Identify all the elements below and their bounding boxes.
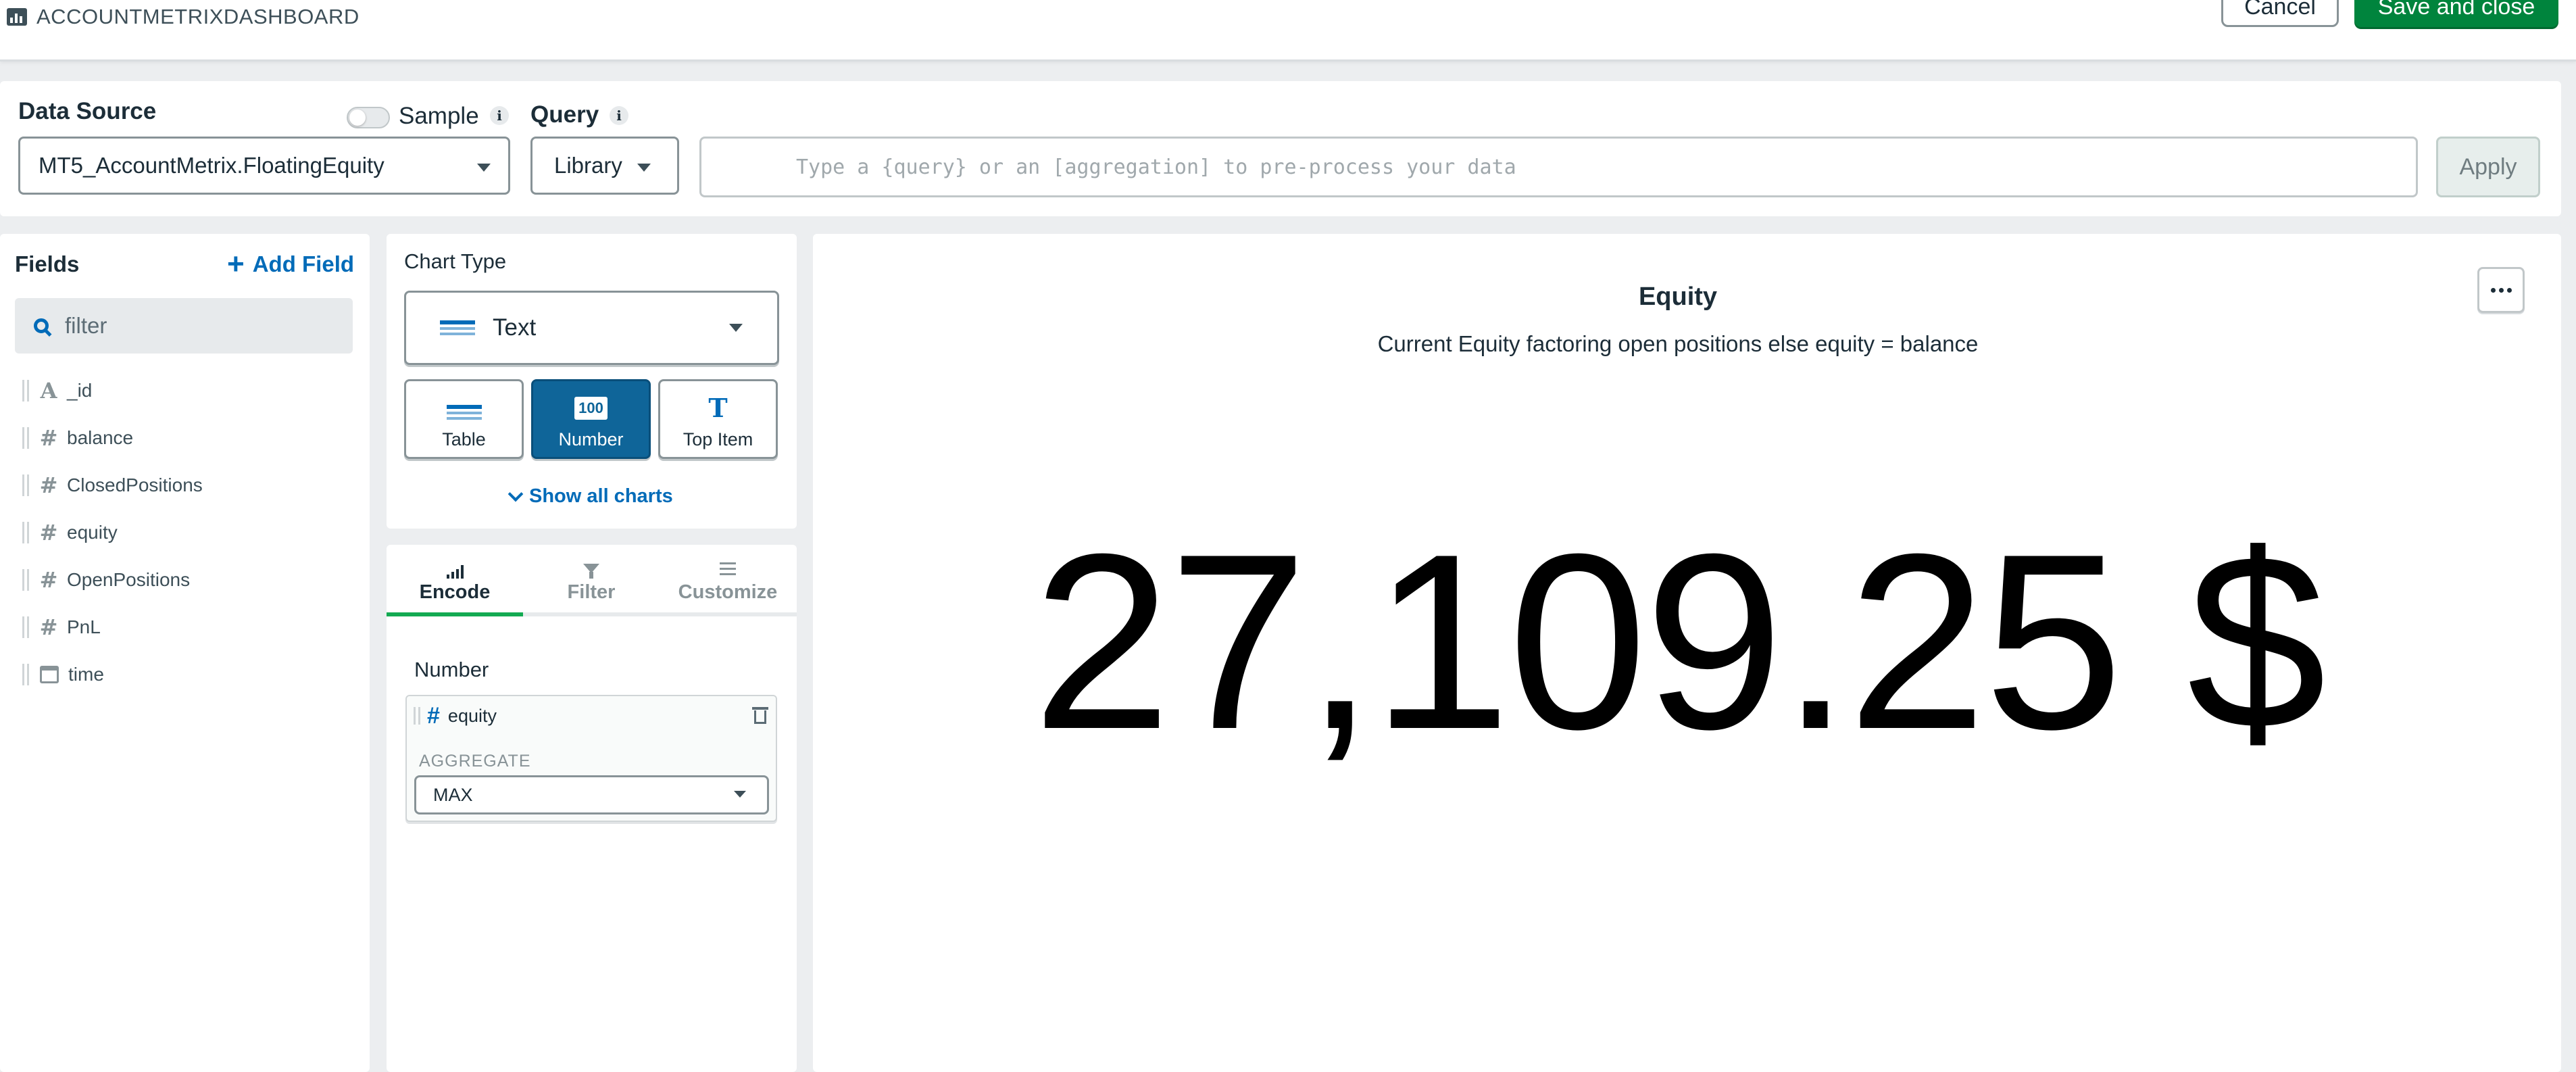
text-chart-icon <box>440 320 475 335</box>
calendar-icon <box>40 666 59 683</box>
field-item[interactable]: # OpenPositions <box>22 566 190 593</box>
chart-type-number-button[interactable]: 100 Number <box>531 379 651 459</box>
plus-icon: + <box>227 247 245 281</box>
field-name: ClosedPositions <box>67 474 203 495</box>
field-item[interactable]: # PnL <box>22 614 101 641</box>
top-item-icon: T <box>708 393 728 423</box>
trash-icon[interactable] <box>752 707 768 725</box>
aggregate-select[interactable]: MAX <box>414 775 769 814</box>
chart-type-title: Chart Type <box>404 249 507 273</box>
field-item[interactable]: # balance <box>22 424 133 452</box>
string-type-icon: A <box>40 378 57 404</box>
number-type-icon: # <box>39 425 58 451</box>
chart-type-option-label: Top Item <box>683 429 753 449</box>
field-name: balance <box>67 427 134 448</box>
field-item[interactable]: # ClosedPositions <box>22 472 203 499</box>
sliders-icon <box>720 558 736 579</box>
encode-channel-label: Number <box>414 658 489 681</box>
drag-handle-icon[interactable] <box>22 522 29 543</box>
number-chart-value: 27,109.25 $ <box>1032 502 2327 781</box>
number-type-icon: # <box>39 472 58 498</box>
sample-toggle[interactable] <box>347 107 390 128</box>
chart-type-option-label: Number <box>558 429 624 449</box>
search-icon <box>34 318 49 333</box>
tab-encode[interactable]: Encode <box>387 558 523 604</box>
show-all-label: Show all charts <box>529 485 673 507</box>
data-source-select[interactable]: MT5_AccountMetrix.FloatingEquity <box>18 137 510 195</box>
aggregate-value: MAX <box>433 784 473 805</box>
query-label: Query <box>530 101 599 128</box>
query-info-icon[interactable]: i <box>610 106 628 125</box>
chevron-down-icon <box>477 164 491 172</box>
aggregate-label: AGGREGATE <box>419 752 531 771</box>
filter-placeholder: filter <box>65 313 107 338</box>
chevron-down-icon <box>507 486 524 502</box>
tab-customize[interactable]: Customize <box>660 558 796 604</box>
number-type-icon: # <box>39 614 58 640</box>
dashboard-icon <box>7 8 27 26</box>
drag-handle-icon[interactable] <box>414 707 420 725</box>
sample-info-icon[interactable]: i <box>490 106 509 125</box>
show-all-charts-link[interactable]: Show all charts <box>507 485 673 508</box>
chart-description: Current Equity factoring open positions … <box>1377 331 1979 356</box>
app-title: ACCOUNTMETRIXDASHBOARD <box>7 5 360 28</box>
table-icon <box>446 405 482 420</box>
field-filter-input[interactable]: filter <box>15 298 353 354</box>
more-options-button[interactable] <box>2477 267 2525 313</box>
query-input[interactable]: Type a {query} or an [aggregation] to pr… <box>699 137 2418 197</box>
tab-filter[interactable]: Filter <box>523 558 660 604</box>
drag-handle-icon[interactable] <box>22 569 29 591</box>
cancel-button[interactable]: Cancel <box>2221 0 2339 27</box>
filter-icon <box>583 558 599 579</box>
tab-label: Filter <box>567 581 616 603</box>
chevron-down-icon <box>729 324 743 332</box>
drag-handle-icon[interactable] <box>22 380 29 401</box>
chart-type-option-label: Table <box>442 429 486 449</box>
tab-label: Customize <box>678 581 778 603</box>
field-name: OpenPositions <box>67 569 191 590</box>
query-mode-select[interactable]: Library <box>530 137 679 195</box>
field-item[interactable]: # equity <box>22 519 118 546</box>
add-field-label: Add Field <box>252 251 355 276</box>
field-name: equity <box>67 522 118 543</box>
drag-handle-icon[interactable] <box>22 474 29 496</box>
chart-type-table-button[interactable]: Table <box>404 379 524 459</box>
field-item[interactable]: A _id <box>22 377 92 404</box>
field-name: time <box>68 664 104 685</box>
chart-type-select[interactable]: Text <box>404 291 779 365</box>
field-item[interactable]: time <box>22 661 104 688</box>
drag-handle-icon[interactable] <box>22 664 29 685</box>
apply-button[interactable]: Apply <box>2436 137 2540 197</box>
data-source-label: Data Source <box>18 98 157 124</box>
top-bar <box>0 0 2576 62</box>
encoded-field-name: equity <box>447 705 497 726</box>
data-source-value: MT5_AccountMetrix.FloatingEquity <box>39 153 385 178</box>
chart-type-top-item-button[interactable]: T Top Item <box>658 379 778 459</box>
add-field-button[interactable]: + Add Field <box>227 247 355 281</box>
save-and-close-button[interactable]: Save and close <box>2354 0 2558 27</box>
fields-panel <box>0 234 370 1072</box>
fields-title: Fields <box>15 251 80 276</box>
chevron-down-icon <box>637 164 651 172</box>
ellipsis-icon <box>2490 287 2496 293</box>
query-mode-value: Library <box>554 153 622 178</box>
encoded-field[interactable]: # equity <box>414 703 497 729</box>
number-icon: 100 <box>574 397 608 420</box>
drag-handle-icon[interactable] <box>22 427 29 449</box>
chevron-down-icon <box>734 791 746 798</box>
chart-title: Equity <box>1638 283 1718 311</box>
number-type-icon: # <box>39 520 58 545</box>
encode-icon <box>446 558 464 579</box>
number-type-icon: # <box>39 567 58 593</box>
field-name: PnL <box>67 616 101 637</box>
app-title-text: ACCOUNTMETRIXDASHBOARD <box>36 5 360 28</box>
drag-handle-icon[interactable] <box>22 616 29 638</box>
active-tab-indicator <box>387 612 523 616</box>
chart-type-value: Text <box>493 314 537 341</box>
tab-label: Encode <box>419 581 491 603</box>
number-type-icon: # <box>427 702 440 729</box>
field-name: _id <box>67 380 93 401</box>
sample-label: Sample <box>399 103 479 129</box>
